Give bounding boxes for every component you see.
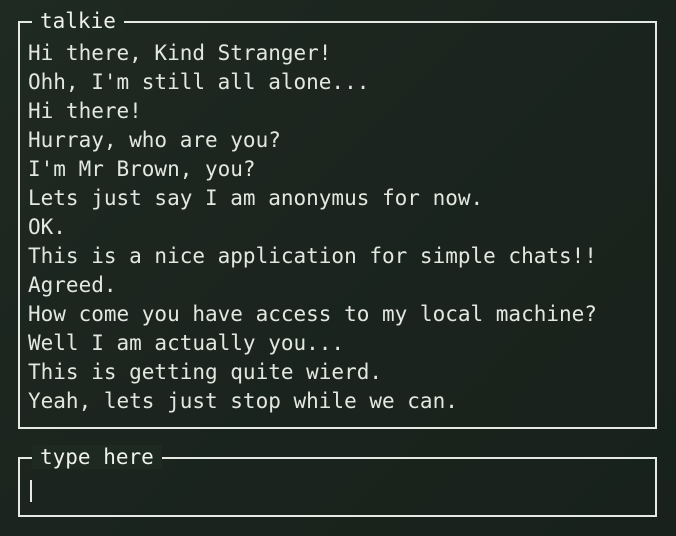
chat-panel-title: talkie: [32, 9, 124, 33]
chat-message: Hi there, Kind Stranger!: [28, 41, 332, 65]
chat-message: This is getting quite wierd.: [28, 360, 383, 384]
chat-message: Ohh, I'm still all alone...: [28, 70, 370, 94]
message-list[interactable]: Hi there, Kind Stranger! Ohh, I'm still …: [28, 39, 647, 416]
chat-message: This is a nice application for simple ch…: [28, 244, 597, 268]
chat-message: Hurray, who are you?: [28, 128, 281, 152]
input-panel-title: type here: [32, 445, 162, 469]
chat-panel: talkie Hi there, Kind Stranger! Ohh, I'm…: [18, 9, 657, 429]
chat-message: I'm Mr Brown, you?: [28, 157, 256, 181]
chat-message: Lets just say I am anonymus for now.: [28, 186, 484, 210]
message-input[interactable]: [30, 475, 645, 507]
chat-message: Well I am actually you...: [28, 331, 345, 355]
text-cursor: [30, 479, 32, 502]
message-input-panel[interactable]: type here: [18, 445, 657, 517]
chat-message: OK.: [28, 215, 66, 239]
chat-message: How come you have access to my local mac…: [28, 302, 597, 326]
chat-message: Hi there!: [28, 99, 142, 123]
chat-message: Agreed.: [28, 273, 117, 297]
chat-message: Yeah, lets just stop while we can.: [28, 389, 458, 413]
